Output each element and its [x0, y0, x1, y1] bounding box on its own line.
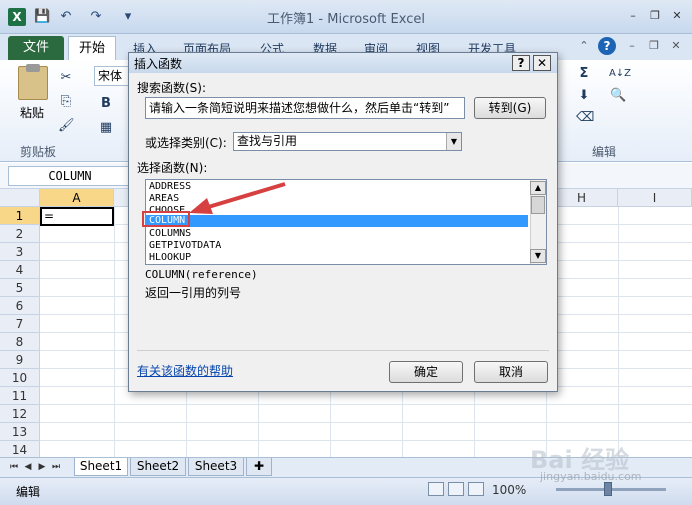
- paste-label[interactable]: 粘贴: [20, 104, 44, 121]
- chevron-down-icon[interactable]: ▼: [446, 133, 461, 150]
- function-signature: COLUMN(reference): [145, 268, 258, 281]
- function-item-getpivotdata[interactable]: GETPIVOTDATA: [149, 240, 529, 252]
- go-button[interactable]: 转到(G): [474, 97, 546, 119]
- grid-line: [40, 422, 692, 423]
- last-sheet-icon[interactable]: ⏭: [50, 461, 62, 473]
- clear-icon[interactable]: ⌫: [576, 110, 594, 126]
- function-item-columns[interactable]: COLUMNS: [149, 228, 529, 240]
- scroll-thumb[interactable]: [531, 196, 545, 214]
- page-break-view-icon[interactable]: [468, 482, 484, 496]
- sheet-tab-sheet1[interactable]: Sheet1: [74, 458, 128, 476]
- close-window-button[interactable]: ✕: [668, 8, 686, 24]
- name-box[interactable]: COLUMN: [8, 166, 132, 186]
- restore-button[interactable]: ❐: [646, 8, 664, 24]
- annotation-highlight-box: [142, 211, 190, 227]
- category-select[interactable]: 查找与引用: [233, 132, 462, 151]
- row-header-10[interactable]: 10: [0, 369, 40, 387]
- format-painter-icon[interactable]: 🖌: [58, 118, 75, 134]
- row-header-9[interactable]: 9: [0, 351, 40, 369]
- grid-line: [40, 404, 692, 405]
- bold-icon[interactable]: B: [98, 96, 114, 112]
- row-header-1[interactable]: 1: [0, 207, 40, 225]
- fill-icon[interactable]: ⬇: [576, 88, 592, 104]
- row-header-2[interactable]: 2: [0, 225, 40, 243]
- row-header-8[interactable]: 8: [0, 333, 40, 351]
- row-header-12[interactable]: 12: [0, 405, 40, 423]
- scroll-down-icon[interactable]: ▼: [530, 249, 546, 263]
- row-header-5[interactable]: 5: [0, 279, 40, 297]
- zoom-slider-thumb[interactable]: [604, 482, 612, 496]
- function-item-hlookup[interactable]: HLOOKUP: [149, 252, 529, 264]
- ribbon-minimize-icon[interactable]: ⌃: [576, 38, 592, 54]
- annotation-arrow-icon: [189, 182, 286, 214]
- row-header-3[interactable]: 3: [0, 243, 40, 261]
- row-header-11[interactable]: 11: [0, 387, 40, 405]
- cancel-button[interactable]: 取消: [474, 361, 548, 383]
- row-header-13[interactable]: 13: [0, 423, 40, 441]
- dialog-separator: [137, 350, 549, 351]
- function-description: 返回一引用的列号: [145, 286, 242, 300]
- prev-sheet-icon[interactable]: ◀: [22, 461, 34, 473]
- help-icon[interactable]: ?: [598, 37, 616, 55]
- search-label: 搜索函数(S):: [137, 81, 207, 95]
- dialog-close-button[interactable]: ✕: [533, 55, 551, 71]
- grid-line: [618, 207, 619, 457]
- new-sheet-icon[interactable]: ✚: [246, 458, 272, 476]
- search-function-input[interactable]: 请输入一条简短说明来描述您想做什么，然后单击“转到”: [145, 97, 465, 119]
- row-header-7[interactable]: 7: [0, 315, 40, 333]
- tab-file[interactable]: 文件: [8, 36, 64, 60]
- page-layout-view-icon[interactable]: [448, 482, 464, 496]
- select-all-corner[interactable]: [0, 189, 40, 207]
- function-help-link[interactable]: 有关该函数的帮助: [137, 362, 233, 379]
- find-select-icon[interactable]: 🔍: [610, 88, 626, 104]
- dialog-help-button[interactable]: ?: [512, 55, 530, 71]
- workbook-restore-icon[interactable]: ❐: [646, 38, 662, 54]
- dialog-title-bar[interactable]: [129, 53, 557, 73]
- active-cell-a1[interactable]: =: [40, 207, 114, 226]
- first-sheet-icon[interactable]: ⏮: [8, 461, 20, 473]
- sheet-tab-sheet2[interactable]: Sheet2: [130, 458, 186, 476]
- column-header-i[interactable]: I: [618, 189, 692, 207]
- window-title: 工作簿1 - Microsoft Excel: [267, 12, 425, 27]
- clipboard-group-label: 剪贴板: [20, 145, 57, 159]
- font-name-select[interactable]: 宋体: [94, 66, 130, 86]
- autosum-icon[interactable]: Σ: [576, 66, 592, 82]
- dialog-title: 插入函数: [134, 57, 183, 71]
- category-label: 或选择类别(C):: [145, 136, 227, 150]
- ok-button[interactable]: 确定: [389, 361, 463, 383]
- sheet-tab-sheet3[interactable]: Sheet3: [188, 458, 244, 476]
- grid-line: [114, 207, 115, 457]
- function-list-label: 选择函数(N):: [137, 161, 208, 175]
- row-header-4[interactable]: 4: [0, 261, 40, 279]
- border-icon[interactable]: ▦: [98, 120, 114, 136]
- watermark-url: jingyan.baidu.com: [540, 470, 642, 483]
- normal-view-icon[interactable]: [428, 482, 444, 496]
- copy-icon[interactable]: ⎘: [58, 94, 74, 110]
- minimize-button[interactable]: –: [624, 8, 642, 24]
- cut-icon[interactable]: ✂: [58, 70, 74, 86]
- tab-home[interactable]: 开始: [68, 36, 116, 61]
- workbook-minimize-icon[interactable]: –: [624, 38, 640, 54]
- scroll-up-icon[interactable]: ▲: [530, 181, 546, 195]
- workbook-close-icon[interactable]: ✕: [668, 38, 684, 54]
- editing-group-label: 编辑: [592, 145, 617, 159]
- paste-icon[interactable]: [18, 64, 48, 100]
- column-header-a[interactable]: A: [40, 189, 114, 207]
- row-header-6[interactable]: 6: [0, 297, 40, 315]
- next-sheet-icon[interactable]: ▶: [36, 461, 48, 473]
- zoom-level[interactable]: 100%: [492, 483, 526, 497]
- sort-filter-icon[interactable]: A↓Z: [608, 66, 632, 82]
- status-mode: 编辑: [16, 485, 41, 499]
